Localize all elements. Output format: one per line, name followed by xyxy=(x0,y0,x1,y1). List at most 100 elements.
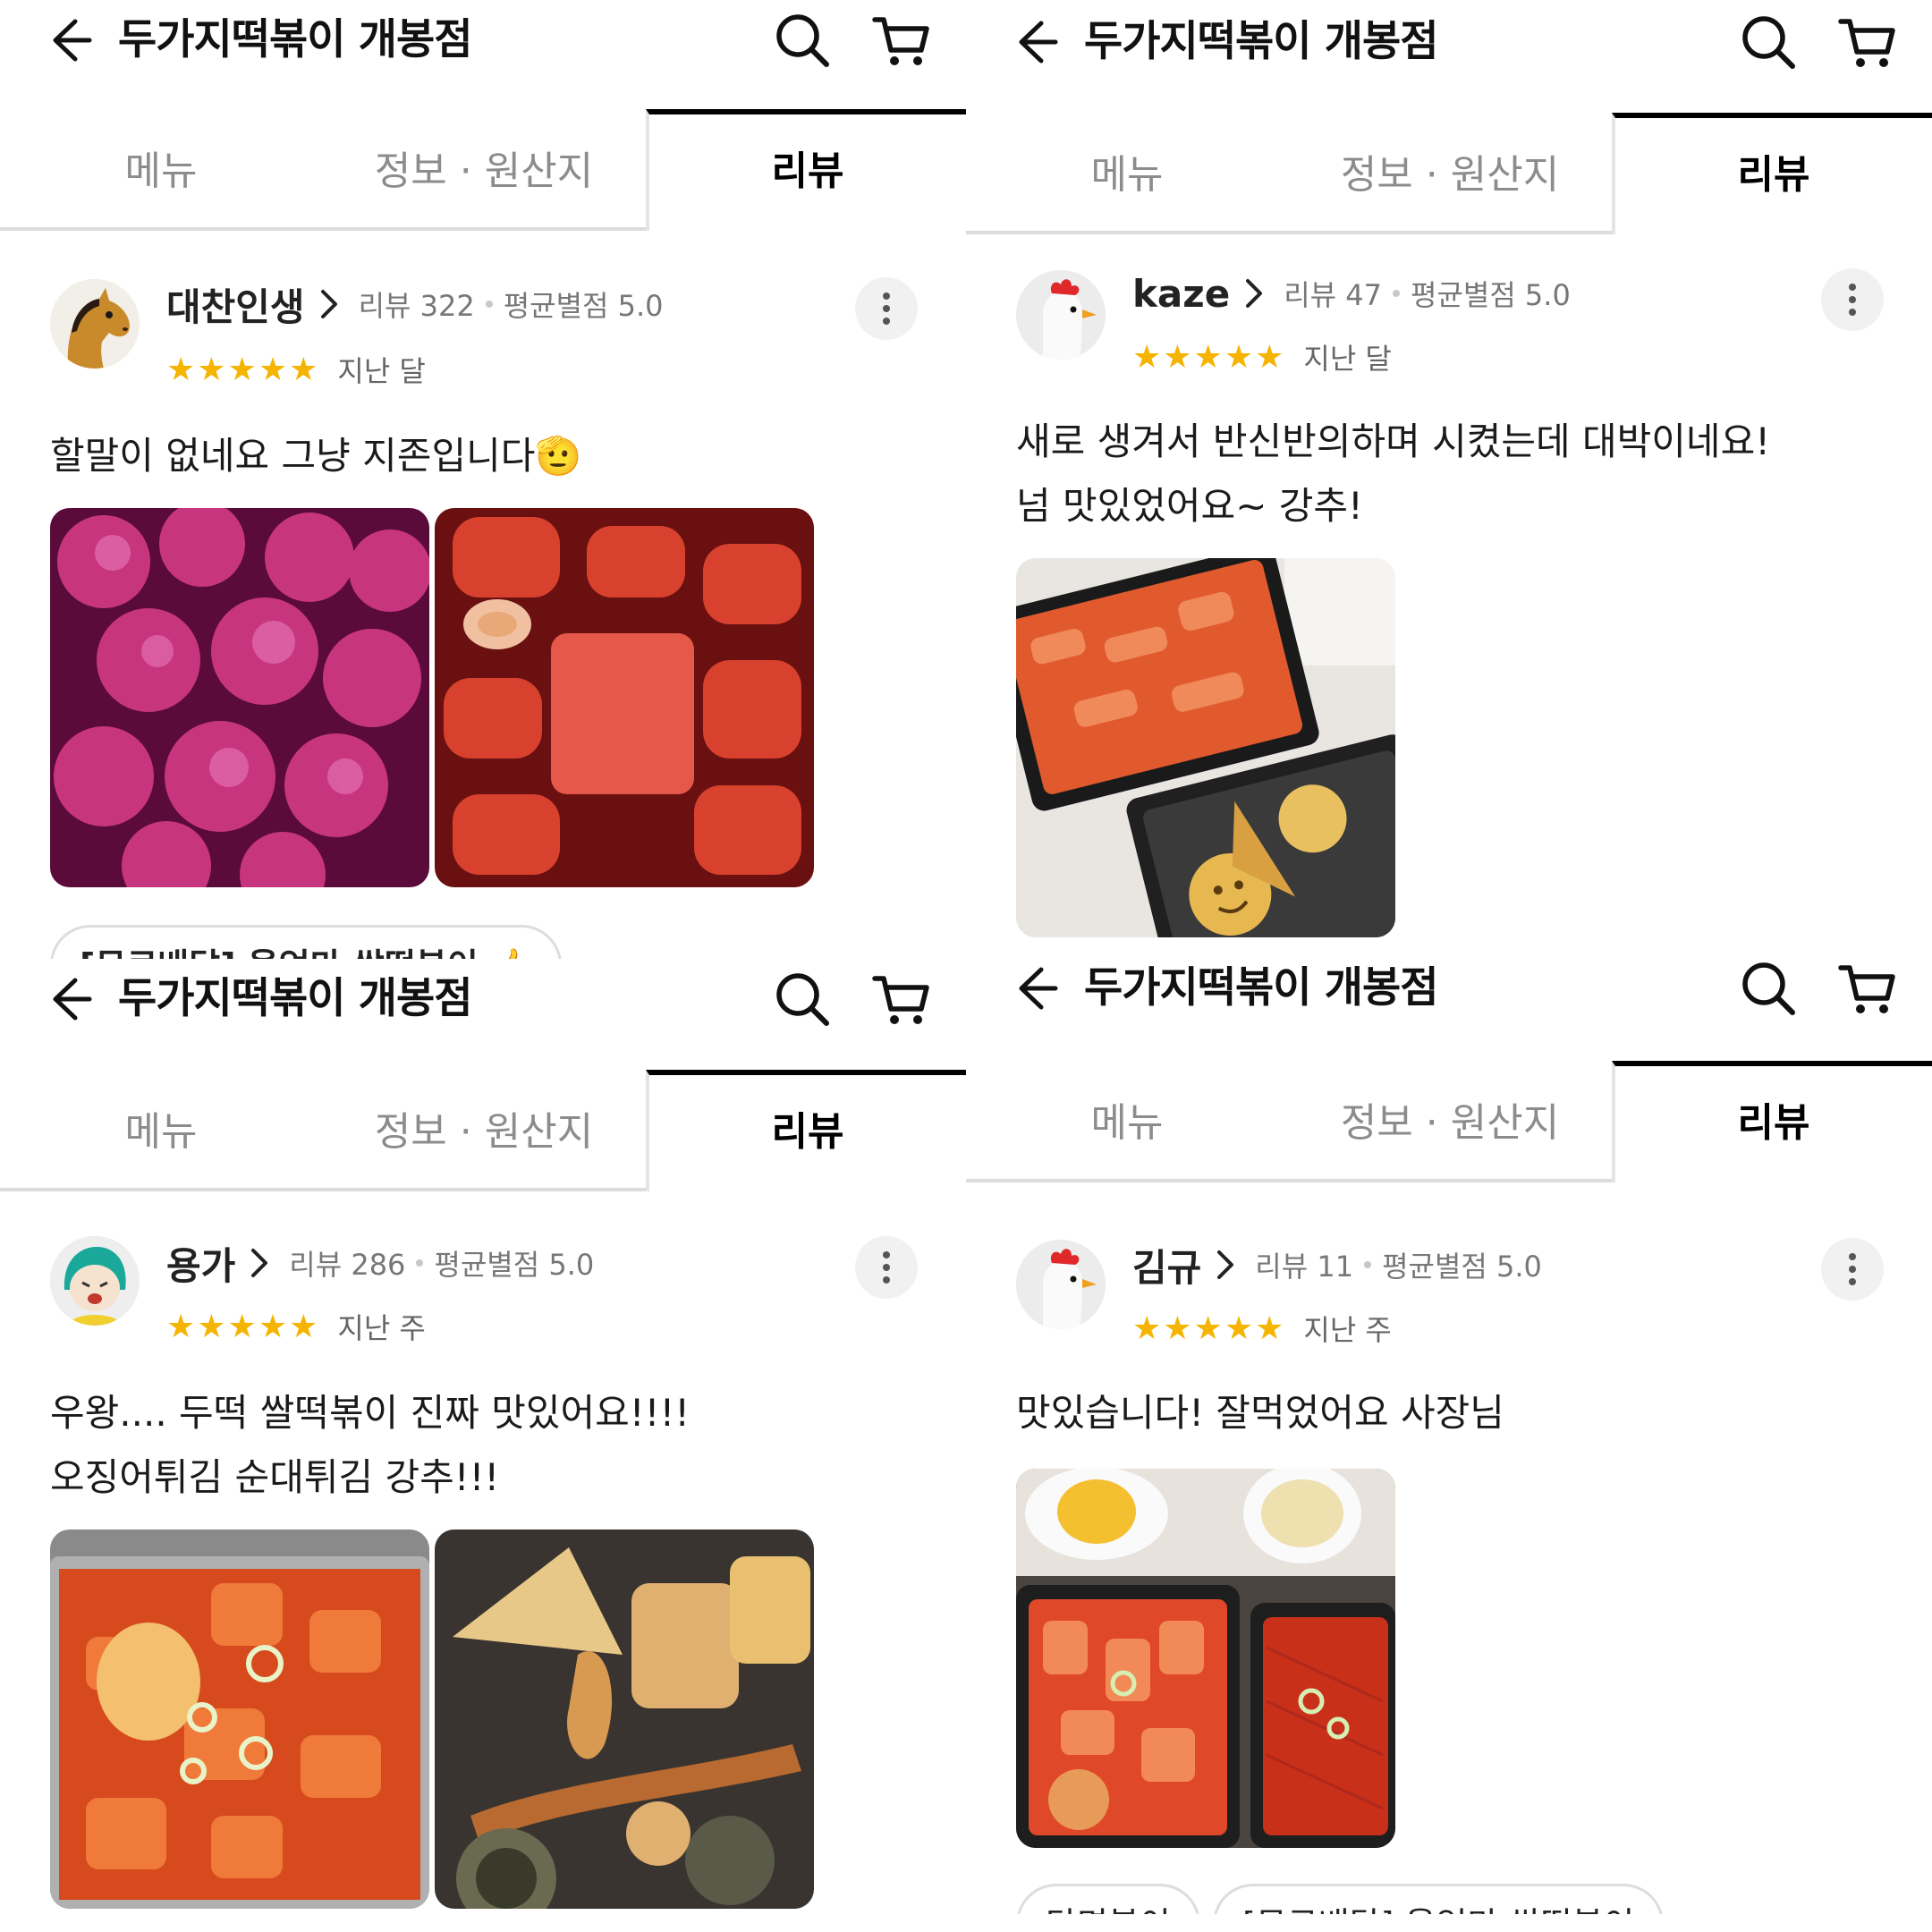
tab-reviews[interactable]: 리뷰 xyxy=(646,109,966,231)
tab-info-origin[interactable]: 정보 · 원산지 xyxy=(1288,1061,1612,1179)
tab-menu[interactable]: 메뉴 xyxy=(0,109,322,227)
rating-line: ★★★★★ 지난 주 xyxy=(1132,1306,1392,1351)
review-text-line: 우왕.... 두떡 쌀떡볶이 진짜 맛있어요!!!! xyxy=(50,1391,691,1435)
chevron-right-icon[interactable] xyxy=(1241,275,1267,311)
top-bar: 두가지떡볶이 개봉점 xyxy=(0,0,966,98)
tab-divider xyxy=(0,227,646,231)
rating-line: ★★★★★ 지난 달 xyxy=(166,347,426,392)
review-date: 지난 달 xyxy=(337,354,426,388)
chevron-right-icon[interactable] xyxy=(246,1245,273,1281)
tab-menu[interactable]: 메뉴 xyxy=(0,1070,322,1188)
chicken-avatar-icon xyxy=(1016,1240,1106,1329)
review-text-line: 넘 맛있었어요~ 강추! xyxy=(1016,484,1363,528)
review-count: 리뷰 286 xyxy=(289,1248,406,1282)
menu-chip[interactable]: 당면볶이 xyxy=(1016,1884,1200,1914)
avatar[interactable] xyxy=(50,279,140,369)
tab-bar: 메뉴 정보 · 원산지 리뷰 xyxy=(966,113,1932,234)
review-screen-3: 두가지떡볶이 개봉점 메뉴 정보 · 원산지 리뷰 용가 리뷰 286 평균별점… xyxy=(0,959,966,1925)
reviewer-name[interactable]: 용가 xyxy=(166,1236,235,1291)
reviewer-name[interactable]: 김규 xyxy=(1132,1238,1201,1292)
search-icon[interactable] xyxy=(771,968,834,1030)
more-options-button[interactable] xyxy=(1821,268,1884,331)
chevron-right-icon[interactable] xyxy=(316,286,343,322)
review-screen-2: 두가지떡볶이 개봉점 메뉴 정보 · 원산지 리뷰 kaze 리뷰 47 평균별… xyxy=(966,0,1932,966)
arrow-left-icon[interactable] xyxy=(36,968,98,1030)
tab-reviews[interactable]: 리뷰 xyxy=(646,1070,966,1191)
top-bar: 두가지떡볶이 개봉점 xyxy=(966,948,1932,1046)
search-icon[interactable] xyxy=(1737,957,1800,1020)
cart-icon[interactable] xyxy=(869,9,932,72)
tteokbokki-photo xyxy=(435,508,814,887)
review-date: 지난 주 xyxy=(1303,1313,1392,1347)
horse-avatar-icon xyxy=(50,279,140,369)
star-rating: ★★★★★ xyxy=(166,351,320,388)
cart-icon[interactable] xyxy=(869,968,932,1030)
review-photo[interactable] xyxy=(435,508,814,887)
review-text-line: 할말이 없네요 그냥 지존입니다🫡 xyxy=(50,434,582,478)
store-title: 두가지떡볶이 개봉점 xyxy=(118,15,473,64)
tab-reviews[interactable]: 리뷰 xyxy=(1612,1061,1932,1182)
tab-info-origin[interactable]: 정보 · 원산지 xyxy=(322,1070,646,1188)
reviewer-line: 용가 리뷰 286 평균별점 5.0 xyxy=(166,1236,594,1290)
review-photo[interactable] xyxy=(50,1530,429,1909)
food-photo xyxy=(1016,558,1395,937)
tteokbokki-photo xyxy=(50,508,429,887)
review-text: 할말이 없네요 그냥 지존입니다🫡 xyxy=(50,424,582,488)
tab-bar: 메뉴 정보 · 원산지 리뷰 xyxy=(0,1070,966,1191)
fried-food-photo xyxy=(435,1530,814,1909)
reviewer-name[interactable]: 대찬인생 xyxy=(166,277,305,332)
average-rating: 평균별점 5.0 xyxy=(434,1248,595,1282)
reviewer-line: kaze 리뷰 47 평균별점 5.0 xyxy=(1132,267,1571,320)
arrow-left-icon[interactable] xyxy=(36,9,98,72)
rating-line: ★★★★★ 지난 달 xyxy=(1132,335,1392,379)
review-screen-4: 두가지떡볶이 개봉점 메뉴 정보 · 원산지 리뷰 김규 리뷰 11 평균별점 xyxy=(966,948,1932,1914)
average-rating: 평균별점 5.0 xyxy=(503,289,664,323)
review-photo[interactable] xyxy=(1016,1469,1395,1848)
avatar[interactable] xyxy=(50,1236,140,1326)
avatar[interactable] xyxy=(1016,270,1106,360)
search-icon[interactable] xyxy=(1737,11,1800,73)
review-photo[interactable] xyxy=(1016,558,1395,937)
chicken-avatar-icon xyxy=(1016,270,1106,360)
review-photo[interactable] xyxy=(435,1530,814,1909)
review-text: 맛있습니다! 잘먹었어요 사장님 xyxy=(1016,1381,1504,1445)
review-text-line: 맛있습니다! 잘먹었어요 사장님 xyxy=(1016,1391,1504,1435)
arrow-left-icon[interactable] xyxy=(1002,11,1064,73)
search-icon[interactable] xyxy=(771,9,834,72)
separator-dot xyxy=(416,1259,424,1267)
tab-menu[interactable]: 메뉴 xyxy=(966,113,1288,231)
top-bar: 두가지떡볶이 개봉점 xyxy=(0,959,966,1057)
cart-icon[interactable] xyxy=(1835,957,1898,1020)
cart-icon[interactable] xyxy=(1835,11,1898,73)
more-options-button[interactable] xyxy=(1821,1238,1884,1301)
avatar[interactable] xyxy=(1016,1240,1106,1329)
reviewer-line: 대찬인생 리뷰 322 평균별점 5.0 xyxy=(166,277,664,331)
star-rating: ★★★★★ xyxy=(1132,1309,1286,1347)
tab-info-origin[interactable]: 정보 · 원산지 xyxy=(1288,113,1612,231)
star-rating: ★★★★★ xyxy=(1132,338,1286,376)
separator-dot xyxy=(485,301,493,308)
tab-bar: 메뉴 정보 · 원산지 리뷰 xyxy=(0,109,966,231)
rating-line: ★★★★★ 지난 주 xyxy=(166,1304,426,1349)
arrow-left-icon[interactable] xyxy=(1002,957,1064,1020)
more-options-button[interactable] xyxy=(855,1236,918,1299)
menu-chip[interactable]: [무료배달] 울엄마 쌀떡볶이 xyxy=(1213,1884,1665,1914)
review-text-line: 새로 생겨서 반신반의하며 시켰는데 대박이네요! xyxy=(1016,419,1771,463)
reviewer-name[interactable]: kaze xyxy=(1132,272,1230,316)
star-rating: ★★★★★ xyxy=(166,1308,320,1345)
tab-menu[interactable]: 메뉴 xyxy=(966,1061,1288,1179)
character-avatar-icon xyxy=(50,1236,140,1326)
tab-info-origin[interactable]: 정보 · 원산지 xyxy=(322,109,646,227)
more-options-button[interactable] xyxy=(855,277,918,340)
tteokbokki-photo xyxy=(1016,1469,1395,1848)
chevron-right-icon[interactable] xyxy=(1212,1247,1239,1283)
tab-reviews[interactable]: 리뷰 xyxy=(1612,113,1932,234)
reviewer-line: 김규 리뷰 11 평균별점 5.0 xyxy=(1132,1238,1542,1292)
separator-dot xyxy=(1364,1261,1372,1268)
tab-divider xyxy=(0,1188,646,1191)
review-count: 리뷰 11 xyxy=(1255,1250,1354,1284)
review-date: 지난 달 xyxy=(1303,342,1392,376)
store-title: 두가지떡볶이 개봉점 xyxy=(118,974,473,1023)
tab-divider xyxy=(966,1179,1612,1182)
review-photo[interactable] xyxy=(50,508,429,887)
